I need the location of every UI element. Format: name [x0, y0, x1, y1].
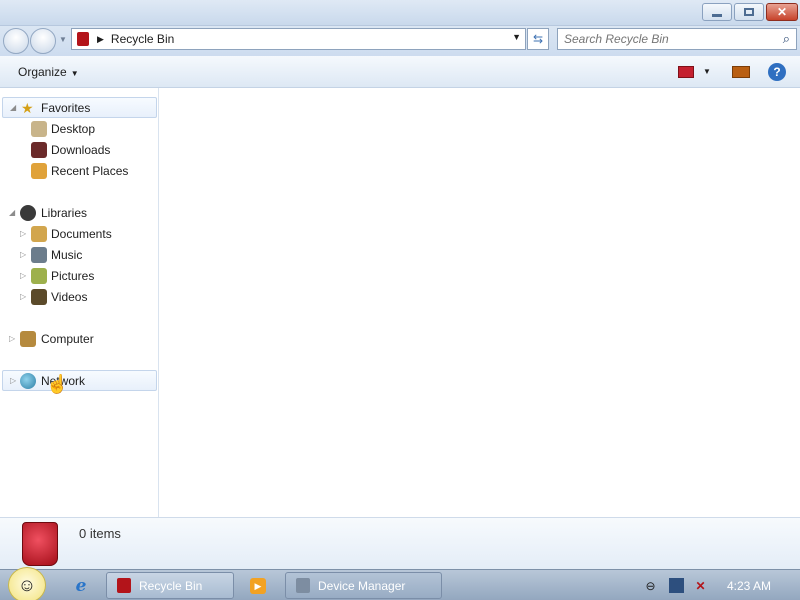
minimize-button[interactable] [702, 3, 732, 21]
nav-downloads[interactable]: Downloads [0, 139, 158, 160]
nav-pictures[interactable]: ▷ Pictures [0, 265, 158, 286]
forward-button[interactable] [30, 28, 56, 54]
taskbar-item-recycle-bin[interactable]: Recycle Bin [106, 572, 234, 599]
recent-places-icon [31, 162, 47, 179]
smiley-icon: ☺ [17, 574, 37, 595]
view-options-icon[interactable] [678, 66, 694, 78]
media-player-icon[interactable]: ▶ [250, 578, 266, 594]
expand-triangle-icon[interactable]: ▷ [20, 250, 26, 259]
file-list-area[interactable] [159, 88, 800, 517]
address-bar[interactable]: ▶ Recycle Bin ▼ [71, 28, 526, 50]
downloads-icon [31, 141, 47, 158]
close-button[interactable]: ✕ [766, 3, 798, 21]
breadcrumb-separator-icon[interactable]: ▶ [97, 34, 104, 45]
breadcrumb-recycle-bin[interactable]: Recycle Bin [111, 32, 174, 46]
window-title-bar[interactable]: ✕ [0, 0, 800, 26]
taskbar: ☺ e Recycle Bin ▶ Device Manager ⊖ ✕ 4:2… [0, 567, 800, 600]
navigation-pane: ◢ ★ Favorites Desktop Downloads Recent P… [0, 88, 159, 517]
network-icon [20, 372, 36, 389]
nav-libraries-label: Libraries [41, 205, 88, 220]
search-box[interactable]: ⌕ [557, 28, 797, 50]
music-icon [31, 246, 47, 263]
organize-button[interactable]: Organize ▼ [18, 65, 79, 79]
expand-triangle-icon[interactable]: ▷ [20, 271, 26, 280]
search-icon[interactable]: ⌕ [783, 31, 790, 47]
nav-music-label: Music [51, 247, 83, 262]
search-input[interactable] [564, 32, 778, 46]
device-manager-icon [296, 578, 310, 593]
nav-desktop[interactable]: Desktop [0, 118, 158, 139]
preview-pane-icon[interactable] [732, 66, 750, 78]
desktop-icon [31, 120, 47, 137]
nav-network[interactable]: ▷ Network [2, 370, 157, 391]
nav-computer-label: Computer [41, 331, 94, 346]
expand-triangle-icon[interactable]: ▷ [20, 292, 26, 301]
videos-icon [31, 288, 47, 305]
documents-icon [31, 225, 47, 242]
pictures-icon [31, 267, 47, 284]
computer-icon [20, 330, 36, 347]
address-toolbar: ▼ ▶ Recycle Bin ▼ ⇆ ⌕ [0, 26, 800, 56]
recycle-bin-icon [117, 578, 131, 593]
volume-muted-icon[interactable]: ✕ [693, 578, 708, 593]
nav-downloads-label: Downloads [51, 142, 111, 157]
address-dropdown-icon[interactable]: ▼ [512, 32, 521, 42]
nav-favorites[interactable]: ◢ ★ Favorites [2, 97, 157, 118]
restore-button[interactable] [734, 3, 764, 21]
system-clock[interactable]: 4:23 AM [727, 579, 771, 593]
expand-triangle-icon[interactable]: ▷ [10, 376, 16, 385]
recent-pages-dropdown[interactable]: ▼ [59, 35, 67, 44]
expand-triangle-icon[interactable]: ▷ [9, 334, 15, 343]
nav-documents-label: Documents [51, 226, 112, 241]
nav-computer[interactable]: ▷ Computer [0, 328, 158, 349]
taskbar-item-label: Device Manager [318, 578, 406, 593]
nav-videos-label: Videos [51, 289, 88, 304]
taskbar-item-device-manager[interactable]: Device Manager [285, 572, 442, 599]
minimize-icon [712, 13, 722, 17]
nav-recent-places-label: Recent Places [51, 163, 129, 178]
view-options-dropdown-icon[interactable]: ▼ [703, 67, 711, 76]
chevron-down-icon: ▼ [70, 69, 79, 78]
nav-libraries[interactable]: ◢ Libraries [0, 202, 158, 223]
item-count: 0 items [79, 526, 121, 541]
nav-documents[interactable]: ▷ Documents [0, 223, 158, 244]
nav-videos[interactable]: ▷ Videos [0, 286, 158, 307]
tray-minus-icon[interactable]: ⊖ [643, 578, 658, 593]
help-icon[interactable]: ? [768, 63, 786, 81]
command-bar: Organize ▼ ▼ ? [0, 56, 800, 88]
recycle-bin-icon [77, 32, 89, 46]
expand-triangle-icon[interactable]: ▷ [20, 229, 26, 238]
organize-label: Organize [18, 65, 67, 79]
back-button[interactable] [3, 28, 29, 54]
refresh-button[interactable]: ⇆ [527, 28, 549, 50]
nav-recent-places[interactable]: Recent Places [0, 160, 158, 181]
network-status-icon[interactable] [669, 578, 684, 593]
nav-favorites-label: Favorites [41, 100, 91, 115]
close-icon: ✕ [776, 5, 788, 19]
libraries-icon [20, 204, 36, 221]
collapse-triangle-icon[interactable]: ◢ [10, 103, 16, 112]
hand-cursor-icon: ☝ [46, 374, 69, 394]
nav-music[interactable]: ▷ Music [0, 244, 158, 265]
collapse-triangle-icon[interactable]: ◢ [9, 208, 15, 217]
favorites-star-icon: ★ [21, 99, 34, 116]
nav-desktop-label: Desktop [51, 121, 96, 136]
nav-pictures-label: Pictures [51, 268, 95, 283]
taskbar-item-label: Recycle Bin [139, 578, 203, 593]
internet-explorer-icon[interactable]: e [71, 576, 91, 596]
refresh-icon: ⇆ [532, 32, 544, 46]
details-pane: 0 items [0, 517, 800, 569]
restore-icon [744, 8, 754, 16]
recycle-bin-large-icon [22, 522, 58, 566]
start-button[interactable]: ☺ [8, 567, 46, 600]
